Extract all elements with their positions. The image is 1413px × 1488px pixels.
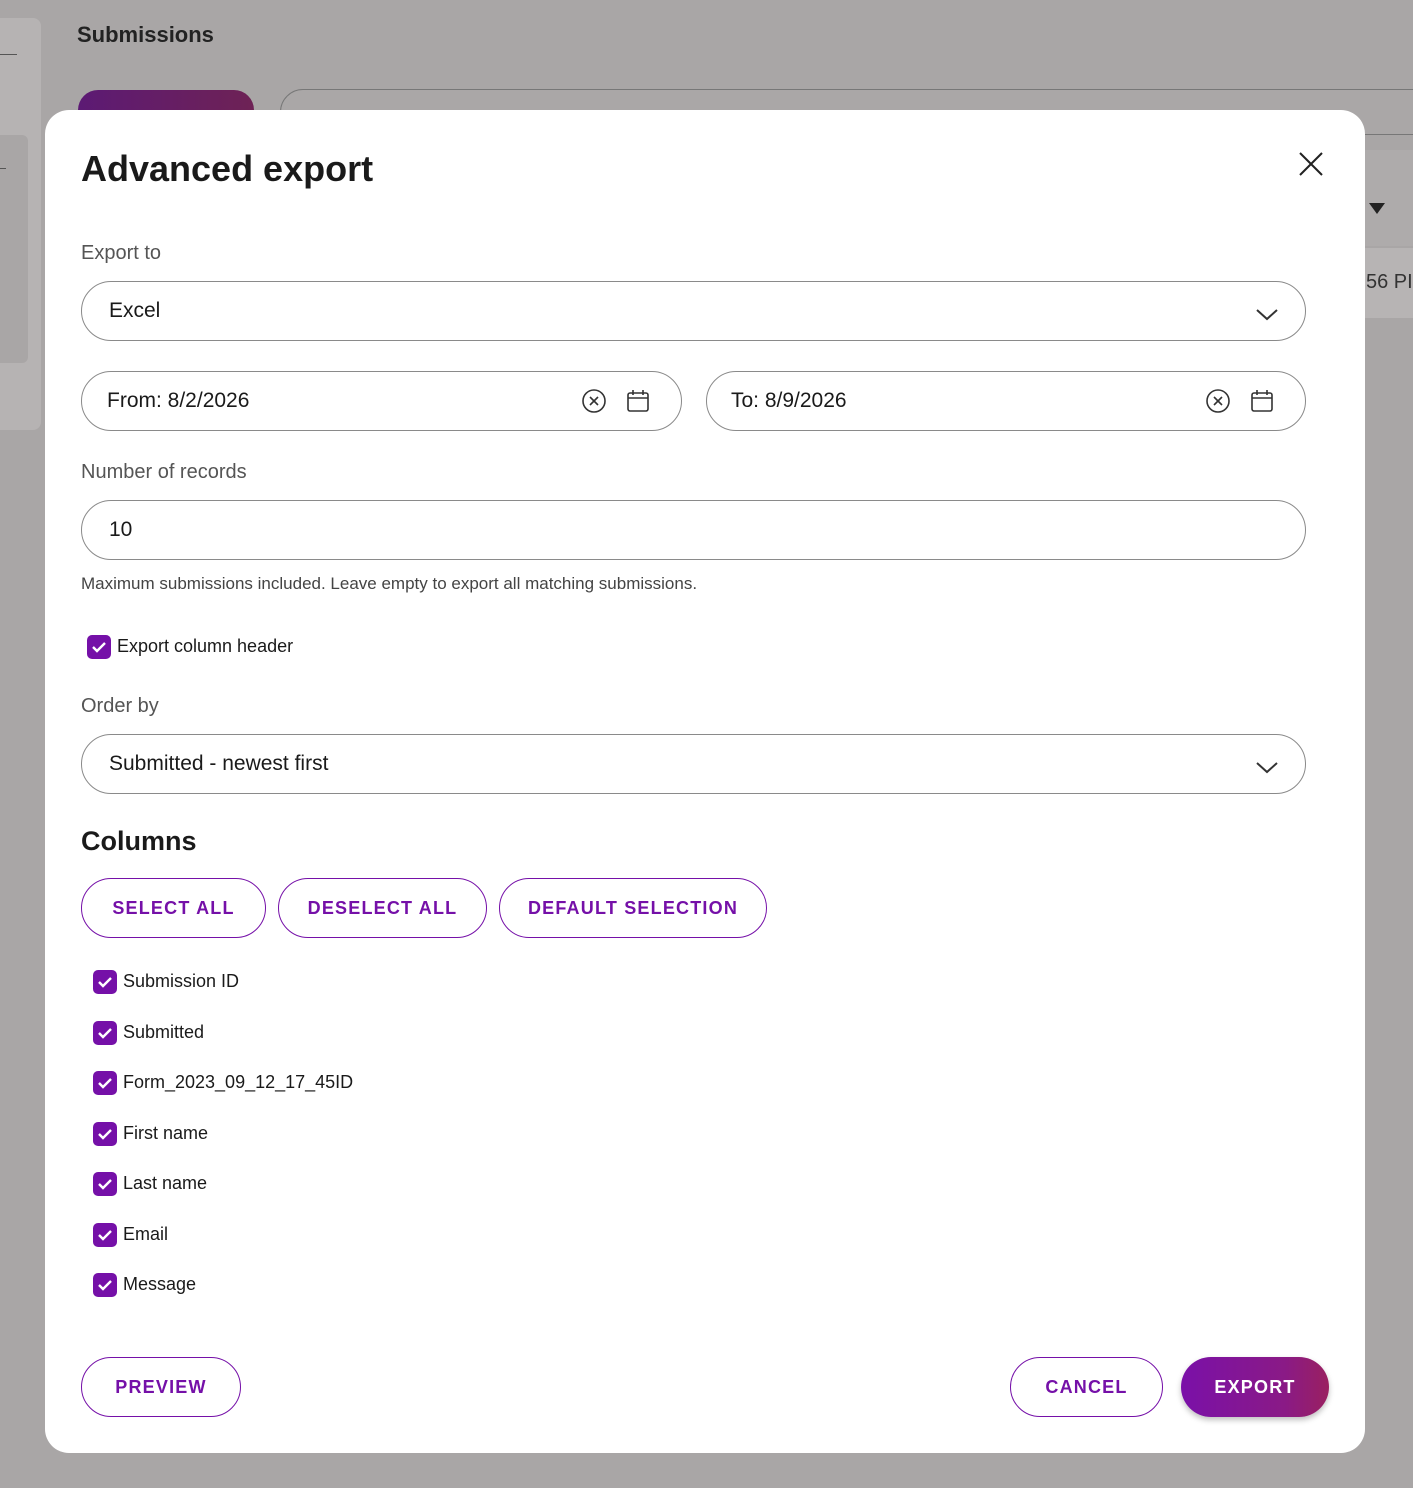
date-from-value: From: 8/2/2026 <box>107 389 250 412</box>
export-header-checkbox[interactable] <box>87 635 111 659</box>
checkmark-icon <box>98 1078 112 1089</box>
export-button[interactable]: EXPORT <box>1181 1357 1329 1417</box>
date-from-field[interactable]: From: 8/2/2026 <box>81 371 682 431</box>
column-checkbox-submitted[interactable] <box>93 1021 117 1045</box>
column-label: Last name <box>123 1173 208 1193</box>
date-to-value: To: 8/9/2026 <box>731 389 847 412</box>
records-label: Number of records <box>81 461 247 483</box>
background-row-time: 56 PI <box>1366 271 1413 293</box>
column-label: Submission ID <box>123 971 240 991</box>
advanced-export-dialog: Advanced export Export to Excel From: 8/… <box>45 110 1365 1453</box>
column-checkbox-message[interactable] <box>93 1273 117 1297</box>
checkmark-icon <box>98 1179 112 1190</box>
checkmark-icon <box>98 1129 112 1140</box>
dialog-title: Advanced export <box>81 148 374 189</box>
calendar-icon[interactable] <box>625 388 651 414</box>
export-to-select[interactable]: Excel <box>81 281 1306 341</box>
order-by-label: Order by <box>81 695 159 717</box>
checkmark-icon <box>98 1230 112 1241</box>
order-by-value: Submitted - newest first <box>109 752 329 775</box>
records-helper-text: Maximum submissions included. Leave empt… <box>81 574 698 593</box>
background-sidebar-panel <box>0 135 28 363</box>
column-label: Email <box>123 1224 169 1244</box>
column-label: Submitted <box>123 1022 205 1042</box>
checkmark-icon <box>98 1028 112 1039</box>
background-divider <box>0 168 6 169</box>
export-header-label: Export column header <box>117 636 294 656</box>
checkmark-icon <box>98 1280 112 1291</box>
export-to-value: Excel <box>109 299 161 322</box>
column-checkbox-first-name[interactable] <box>93 1122 117 1146</box>
background-table-header <box>1365 150 1413 246</box>
background-divider <box>0 54 17 55</box>
close-icon[interactable] <box>1295 148 1327 180</box>
column-checkbox-email[interactable] <box>93 1223 117 1247</box>
cancel-button[interactable]: CANCEL <box>1010 1357 1163 1417</box>
column-label: First name <box>123 1123 209 1143</box>
columns-heading: Columns <box>81 826 197 856</box>
column-label: Message <box>123 1274 197 1294</box>
clear-circle-icon[interactable] <box>581 388 607 414</box>
records-input[interactable]: 10 <box>81 500 1306 560</box>
column-checkbox-submission-id[interactable] <box>93 970 117 994</box>
export-to-label: Export to <box>81 242 162 264</box>
column-checkbox-form-id[interactable] <box>93 1071 117 1095</box>
calendar-icon[interactable] <box>1249 388 1275 414</box>
chevron-down-icon <box>1255 757 1279 774</box>
checkmark-icon <box>92 642 106 653</box>
column-label: Form_2023_09_12_17_45ID <box>123 1072 354 1092</box>
date-to-field[interactable]: To: 8/9/2026 <box>706 371 1306 431</box>
order-by-select[interactable]: Submitted - newest first <box>81 734 1306 794</box>
background-page-title: Submissions <box>77 22 214 47</box>
deselect-all-button[interactable]: DESELECT ALL <box>278 878 487 938</box>
chevron-down-icon <box>1255 304 1279 321</box>
sort-caret-icon <box>1369 203 1385 214</box>
records-value: 10 <box>109 518 133 541</box>
checkmark-icon <box>98 977 112 988</box>
preview-button[interactable]: PREVIEW <box>81 1357 241 1417</box>
clear-circle-icon[interactable] <box>1205 388 1231 414</box>
select-all-button[interactable]: SELECT ALL <box>81 878 266 938</box>
default-selection-button[interactable]: DEFAULT SELECTION <box>499 878 767 938</box>
column-checkbox-last-name[interactable] <box>93 1172 117 1196</box>
